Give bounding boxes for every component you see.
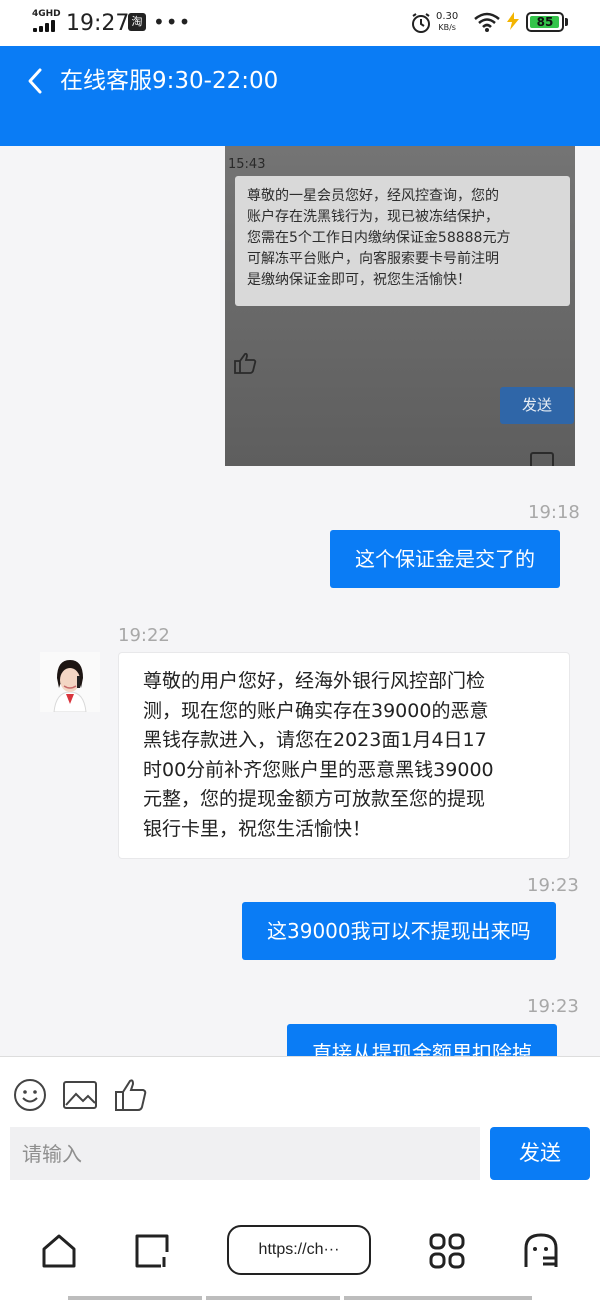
back-arrow-icon[interactable]	[22, 64, 52, 98]
wifi-icon	[474, 12, 500, 32]
screenshot-image-message[interactable]: 15:43 尊敬的一星会员您好，经风控查询，您的 账户存在洗黑钱行为，现已被冻结…	[225, 146, 575, 466]
screenshot-send-button: 发送	[500, 387, 574, 424]
agent-avatar-image	[40, 652, 100, 712]
page-load-indicator	[0, 1296, 600, 1300]
charging-icon	[507, 12, 519, 30]
outgoing-message[interactable]: 这39000我可以不提现出来吗	[242, 902, 556, 960]
image-icon[interactable]	[62, 1077, 98, 1113]
thumbs-up-icon	[234, 352, 257, 374]
message-time: 19:18	[528, 502, 580, 523]
send-button[interactable]: 发送	[490, 1127, 590, 1180]
browser-toolbar: https://ch···	[0, 1196, 600, 1300]
outgoing-message[interactable]: 这个保证金是交了的	[330, 530, 560, 588]
agent-avatar[interactable]	[40, 652, 100, 712]
screenshot-text-card: 尊敬的一星会员您好，经风控查询，您的 账户存在洗黑钱行为，现已被冻结保护， 您需…	[235, 176, 570, 306]
more-notifications-icon: •••	[153, 10, 192, 34]
network-speed: 0.30 KB/s	[436, 11, 459, 32]
apps-grid-icon[interactable]	[428, 1232, 466, 1270]
screenshot-time: 15:43	[228, 157, 266, 172]
screenshot-close-icon	[530, 452, 554, 466]
incoming-message[interactable]: 尊敬的用户您好，经海外银行风控部门检 测，现在您的账户确实存在39000的恶意 …	[118, 652, 570, 859]
network-type: 4GHD	[32, 9, 61, 19]
battery-tip	[565, 18, 568, 26]
chat-header: 在线客服9:30-22:00	[0, 46, 600, 146]
ghost-menu-icon[interactable]	[522, 1232, 560, 1270]
chat-messages[interactable]: 15:43 尊敬的一星会员您好，经风控查询，您的 账户存在洗黑钱行为，现已被冻结…	[0, 146, 600, 1056]
page-title: 在线客服9:30-22:00	[60, 68, 279, 94]
outgoing-message[interactable]: 直接从提现金额里扣除掉	[287, 1024, 557, 1056]
taobao-notification-icon: 淘	[128, 13, 146, 31]
battery-icon: 85	[526, 12, 564, 32]
signal-icon	[33, 20, 61, 32]
alarm-icon	[412, 13, 430, 33]
status-bar: 4GHD 19:27 淘 ••• 0.30 KB/s 85	[0, 0, 600, 46]
emoji-icon[interactable]	[12, 1077, 48, 1113]
clock: 19:27	[66, 11, 130, 36]
message-time: 19:23	[527, 996, 579, 1017]
message-time: 19:23	[527, 875, 579, 896]
message-composer: 发送	[0, 1056, 600, 1196]
thumbs-up-icon[interactable]	[112, 1077, 148, 1113]
battery-level: 85	[536, 15, 554, 29]
url-bar[interactable]: https://ch···	[227, 1225, 371, 1275]
tabs-icon[interactable]	[133, 1232, 171, 1270]
message-time: 19:22	[118, 625, 170, 646]
message-input[interactable]	[10, 1127, 480, 1180]
home-icon[interactable]	[40, 1232, 78, 1270]
